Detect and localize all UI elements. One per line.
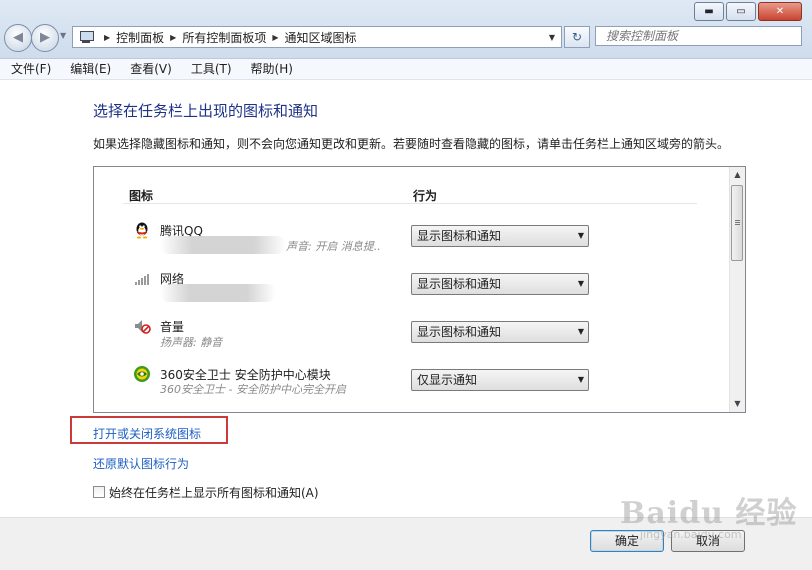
forward-arrow-icon: ▶	[40, 30, 50, 45]
network-icon	[135, 274, 149, 285]
back-arrow-icon: ◀	[13, 30, 23, 45]
scrollbar-thumb[interactable]	[731, 185, 743, 261]
baidu-watermark: Baidu 经验	[620, 496, 798, 531]
chevron-down-icon: ▼	[577, 231, 584, 240]
redacted-blur	[160, 284, 276, 302]
always-show-label[interactable]: 始终在任务栏上显示所有图标和通知(A)	[109, 484, 319, 501]
row-subtitle: 扬声器: 静音	[160, 336, 223, 349]
forward-button[interactable]: ▶	[31, 24, 59, 52]
breadcrumb-all-items[interactable]: 所有控制面板项	[182, 29, 266, 46]
menu-bar: 文件(F) 编辑(E) 查看(V) 工具(T) 帮助(H)	[0, 59, 812, 80]
scroll-down-icon[interactable]: ▼	[730, 396, 745, 412]
menu-file[interactable]: 文件(F)	[0, 59, 59, 79]
behavior-select-qq[interactable]: 显示图标和通知 ▼	[411, 225, 589, 247]
system-icons-link[interactable]: 打开或关闭系统图标	[93, 425, 201, 442]
chevron-right-icon[interactable]: ▶	[104, 33, 110, 42]
menu-tools[interactable]: 工具(T)	[180, 59, 240, 79]
back-button[interactable]: ◀	[4, 24, 32, 52]
qq-penguin-icon	[136, 222, 148, 239]
recent-pages-dropdown-icon[interactable]: ▼	[60, 31, 66, 40]
maximize-button[interactable]: ▭	[726, 2, 756, 21]
refresh-icon: ↻	[571, 30, 583, 44]
scroll-up-icon[interactable]: ▲	[730, 167, 745, 183]
control-panel-icon	[78, 31, 94, 43]
chevron-down-icon: ▼	[577, 279, 584, 288]
chevron-right-icon[interactable]: ▶	[272, 33, 278, 42]
minimize-button[interactable]: ▬	[694, 2, 724, 21]
page-description: 如果选择隐藏图标和通知，则不会向您通知更改和更新。若要随时查看隐藏的图标，请单击…	[93, 137, 730, 151]
row-subtitle: 声音: 开启 消息提..	[286, 240, 381, 253]
notification-icons-list[interactable]: 图标 行为 腾讯QQ 声音: 开启 消息提.. 显示图标和通知 ▼ 网络 显示图…	[93, 166, 746, 413]
close-button[interactable]: ✕	[758, 2, 802, 21]
minimize-icon: ▬	[704, 5, 714, 17]
menu-view[interactable]: 查看(V)	[119, 59, 180, 79]
row-name: 音量	[160, 320, 185, 334]
360-safeguard-icon	[134, 366, 150, 382]
address-bar[interactable]: ▶ 控制面板 ▶ 所有控制面板项 ▶ 通知区域图标 ▼	[72, 26, 562, 48]
row-subtitle: 360安全卫士 - 安全防护中心完全开启	[160, 383, 346, 396]
address-dropdown-icon[interactable]: ▼	[549, 33, 555, 42]
chevron-right-icon[interactable]: ▶	[170, 33, 176, 42]
chevron-down-icon: ▼	[577, 327, 584, 336]
select-value: 显示图标和通知	[417, 325, 502, 339]
breadcrumb-notification-icons[interactable]: 通知区域图标	[285, 29, 357, 46]
grip-icon	[735, 220, 740, 221]
window-controls: ▬ ▭ ✕	[692, 2, 802, 21]
breadcrumb-control-panel[interactable]: 控制面板	[116, 29, 164, 46]
header-divider	[123, 203, 697, 204]
select-value: 显示图标和通知	[417, 229, 502, 243]
behavior-select-volume[interactable]: 显示图标和通知 ▼	[411, 321, 589, 343]
column-header-icon: 图标	[129, 189, 154, 203]
close-icon: ✕	[775, 5, 785, 17]
title-bar: ▬ ▭ ✕ ◀ ▶ ▼ ▶ 控制面板 ▶ 所有控制面板项 ▶ 通知区域图标 ▼ …	[0, 0, 812, 59]
refresh-button[interactable]: ↻	[564, 26, 590, 48]
always-show-checkbox[interactable]	[93, 486, 105, 498]
redacted-blur	[160, 236, 286, 254]
search-input[interactable]	[595, 26, 802, 46]
vertical-scrollbar[interactable]: ▲ ▼	[729, 167, 745, 412]
menu-help[interactable]: 帮助(H)	[240, 59, 301, 79]
watermark-url: jingyan.baidu.com	[640, 528, 742, 541]
chevron-down-icon: ▼	[577, 375, 584, 384]
volume-muted-icon	[135, 320, 151, 334]
maximize-icon: ▭	[736, 5, 746, 17]
page-title: 选择在任务栏上出现的图标和通知	[93, 102, 319, 120]
behavior-select-360[interactable]: 仅显示通知 ▼	[411, 369, 589, 391]
column-header-behavior: 行为	[413, 189, 438, 203]
select-value: 显示图标和通知	[417, 277, 502, 291]
restore-default-link[interactable]: 还原默认图标行为	[93, 455, 189, 472]
menu-edit[interactable]: 编辑(E)	[59, 59, 119, 79]
select-value: 仅显示通知	[417, 373, 478, 387]
behavior-select-network[interactable]: 显示图标和通知 ▼	[411, 273, 589, 295]
